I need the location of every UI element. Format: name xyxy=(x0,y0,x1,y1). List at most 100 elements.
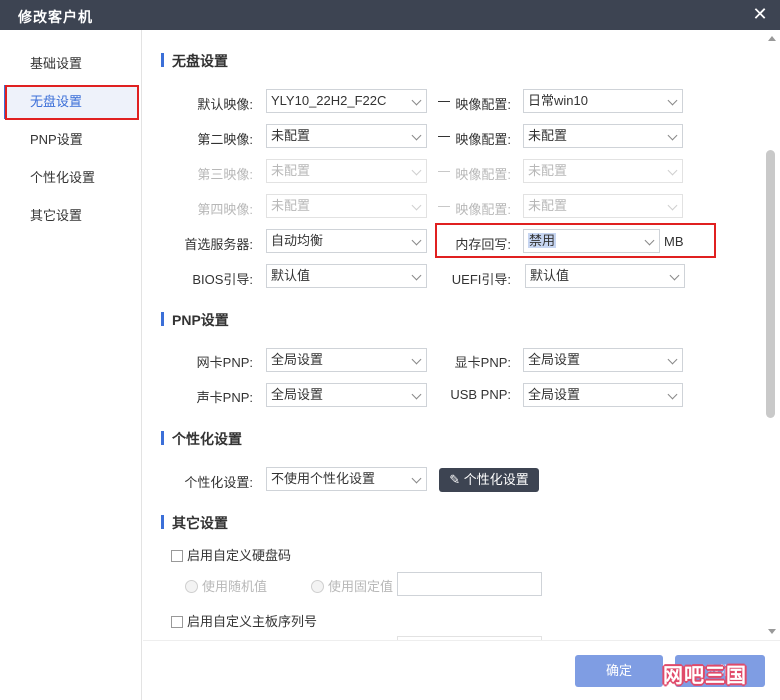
uefi-boot-value: 默认值 xyxy=(530,268,570,283)
personalization-value: 不使用个性化设置 xyxy=(271,471,376,486)
chevron-down-icon xyxy=(411,165,422,176)
checkbox-icon xyxy=(171,550,183,562)
chevron-down-icon xyxy=(667,130,678,141)
preferred-server-select[interactable]: 自动均衡 xyxy=(266,229,427,253)
third-image-select[interactable]: 未配置 xyxy=(266,159,427,183)
image-config-value-4: 未配置 xyxy=(528,198,568,213)
custom-board-serial-checkbox[interactable]: 启用自定义主板序列号 xyxy=(171,611,317,630)
gpu-pnp-value: 全局设置 xyxy=(528,352,581,367)
chevron-down-icon xyxy=(411,95,422,106)
personalization-label: 个性化设置: xyxy=(184,475,253,490)
nic-pnp-value: 全局设置 xyxy=(271,352,324,367)
custom-disk-code-label: 启用自定义硬盘码 xyxy=(187,548,292,563)
chevron-down-icon xyxy=(411,130,422,141)
chevron-down-icon xyxy=(411,389,422,400)
nic-pnp-label: 网卡PNP: xyxy=(196,355,253,370)
section-title-personalization: 个性化设置 xyxy=(161,429,242,449)
second-image-value: 未配置 xyxy=(271,128,311,143)
section-title-other: 其它设置 xyxy=(161,513,228,533)
nic-pnp-select[interactable]: 全局设置 xyxy=(266,348,427,372)
image-config-select-4[interactable]: 未配置 xyxy=(523,194,683,218)
default-image-label: 默认映像: xyxy=(197,97,253,112)
scroll-down-icon[interactable] xyxy=(768,629,776,634)
edit-icon: ✎ xyxy=(449,472,461,487)
bios-boot-select[interactable]: 默认值 xyxy=(266,264,427,288)
usb-pnp-select[interactable]: 全局设置 xyxy=(523,383,683,407)
chevron-down-icon xyxy=(667,200,678,211)
chevron-down-icon xyxy=(667,354,678,365)
uefi-boot-select[interactable]: 默认值 xyxy=(525,264,685,288)
image-config-select-1[interactable]: 日常win10 xyxy=(523,89,683,113)
image-config-label-4: 映像配置: xyxy=(455,202,511,217)
image-config-value-2: 未配置 xyxy=(528,128,568,143)
radio-icon xyxy=(311,580,324,593)
section-title-pnp: PNP设置 xyxy=(161,310,229,330)
watermark-logo: 网吧三国 xyxy=(663,665,747,687)
chevron-down-icon xyxy=(644,235,655,246)
audio-pnp-label: 声卡PNP: xyxy=(196,390,253,405)
sidebar-item-basic[interactable]: 基础设置 xyxy=(4,47,138,81)
memory-unit: MB xyxy=(664,234,684,249)
window-title: 修改客户机 xyxy=(18,9,93,25)
sidebar-item-diskless[interactable]: 无盘设置 xyxy=(4,85,138,119)
settings-panel: 无盘设置 默认映像: YLY10_22H2_F22C 映像配置: 日常win10… xyxy=(143,30,763,640)
bios-boot-value: 默认值 xyxy=(271,268,311,283)
third-image-label: 第三映像: xyxy=(197,167,253,182)
ok-button[interactable]: 确定 xyxy=(575,655,663,687)
scrollbar-thumb[interactable] xyxy=(766,150,775,418)
image-config-value-3: 未配置 xyxy=(528,163,568,178)
image-config-label-1: 映像配置: xyxy=(455,97,511,112)
gpu-pnp-select[interactable]: 全局设置 xyxy=(523,348,683,372)
memory-writeback-label: 内存回写: xyxy=(455,237,511,252)
sidebar-item-personalization[interactable]: 个性化设置 xyxy=(4,161,138,195)
gpu-pnp-label: 显卡PNP: xyxy=(454,355,511,370)
image-config-select-2[interactable]: 未配置 xyxy=(523,124,683,148)
sidebar-item-pnp[interactable]: PNP设置 xyxy=(4,123,138,157)
custom-board-serial-label: 启用自定义主板序列号 xyxy=(187,614,318,629)
third-image-value: 未配置 xyxy=(271,163,311,178)
footer: 确定 取消 网吧三国 xyxy=(143,640,780,700)
chevron-down-icon xyxy=(411,200,422,211)
chevron-down-icon xyxy=(667,165,678,176)
title-bar: 修改客户机 ✕ xyxy=(0,0,780,30)
memory-writeback-select[interactable]: 禁用 xyxy=(523,229,660,253)
preferred-server-value: 自动均衡 xyxy=(271,233,324,248)
default-image-select[interactable]: YLY10_22H2_F22C xyxy=(266,89,427,113)
audio-pnp-select[interactable]: 全局设置 xyxy=(266,383,427,407)
personalization-select[interactable]: 不使用个性化设置 xyxy=(266,467,427,491)
personalization-button[interactable]: ✎ 个性化设置 xyxy=(439,468,539,492)
image-config-select-3[interactable]: 未配置 xyxy=(523,159,683,183)
image-config-label-2: 映像配置: xyxy=(455,132,511,147)
scroll-up-icon[interactable] xyxy=(768,36,776,41)
sidebar-item-other[interactable]: 其它设置 xyxy=(4,199,138,233)
chevron-down-icon xyxy=(667,389,678,400)
preferred-server-label: 首选服务器: xyxy=(184,237,253,252)
personalization-button-label: 个性化设置 xyxy=(463,472,529,487)
chevron-down-icon xyxy=(669,270,680,281)
fixed-value-input[interactable] xyxy=(397,572,542,596)
custom-disk-code-checkbox[interactable]: 启用自定义硬盘码 xyxy=(171,545,291,564)
chevron-down-icon xyxy=(411,354,422,365)
fixed-value-label: 使用固定值 xyxy=(328,579,394,594)
chevron-down-icon xyxy=(667,95,678,106)
fourth-image-value: 未配置 xyxy=(271,198,311,213)
random-value-label: 使用随机值 xyxy=(202,579,268,594)
usb-pnp-label: USB PNP: xyxy=(450,387,511,402)
second-image-select[interactable]: 未配置 xyxy=(266,124,427,148)
close-icon[interactable]: ✕ xyxy=(750,4,770,24)
fixed-value-radio[interactable]: 使用固定值 xyxy=(311,576,393,595)
scrollbar[interactable] xyxy=(763,30,780,640)
radio-icon xyxy=(185,580,198,593)
image-config-value-1: 日常win10 xyxy=(528,93,588,108)
fourth-image-select[interactable]: 未配置 xyxy=(266,194,427,218)
audio-pnp-value: 全局设置 xyxy=(271,387,324,402)
sidebar: 基础设置 无盘设置 PNP设置 个性化设置 其它设置 xyxy=(0,30,142,700)
usb-pnp-value: 全局设置 xyxy=(528,387,581,402)
fourth-image-label: 第四映像: xyxy=(197,202,253,217)
memory-writeback-value: 禁用 xyxy=(528,233,557,248)
random-value-radio[interactable]: 使用随机值 xyxy=(185,576,267,595)
chevron-down-icon xyxy=(411,235,422,246)
default-image-value: YLY10_22H2_F22C xyxy=(271,93,387,108)
bios-boot-label: BIOS引导: xyxy=(192,272,253,287)
image-config-label-3: 映像配置: xyxy=(455,167,511,182)
